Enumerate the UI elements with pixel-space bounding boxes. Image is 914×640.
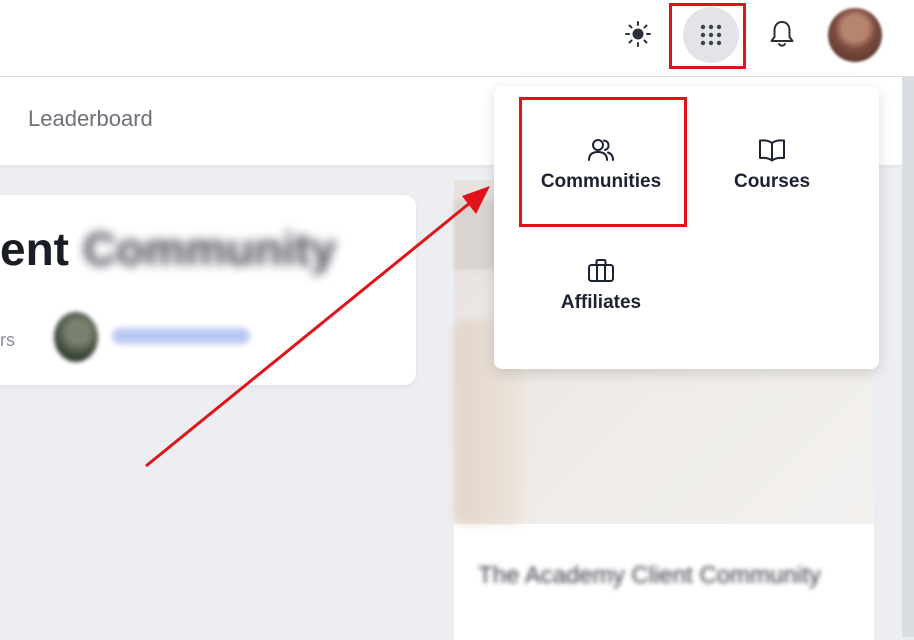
bell-icon: [770, 21, 794, 47]
page-scrollbar[interactable]: [902, 76, 914, 637]
menu-item-affiliates[interactable]: Affiliates: [516, 256, 686, 314]
group-title-redacted: Community: [83, 223, 336, 275]
book-open-icon: [759, 139, 785, 162]
highlight-box-apps-button: [669, 3, 746, 69]
course-title[interactable]: The Academy Client Community: [478, 556, 858, 596]
sun-icon: [625, 21, 651, 47]
notifications-button[interactable]: [762, 14, 802, 54]
members-count-fragment: rs: [0, 330, 15, 350]
tab-leaderboard[interactable]: Leaderboard: [28, 106, 153, 132]
highlight-box-communities: [519, 97, 687, 227]
group-title-visible: ent: [0, 223, 69, 275]
menu-item-label: Affiliates: [560, 292, 642, 313]
theme-toggle-button[interactable]: [618, 14, 658, 54]
menu-item-courses[interactable]: Courses: [687, 135, 857, 193]
owner-avatar[interactable]: [54, 312, 98, 362]
owner-name-link[interactable]: [112, 328, 250, 344]
briefcase-icon: [588, 259, 614, 282]
group-title: ent Community: [0, 222, 336, 276]
menu-item-label: Courses: [733, 171, 811, 192]
user-avatar[interactable]: [828, 8, 882, 62]
